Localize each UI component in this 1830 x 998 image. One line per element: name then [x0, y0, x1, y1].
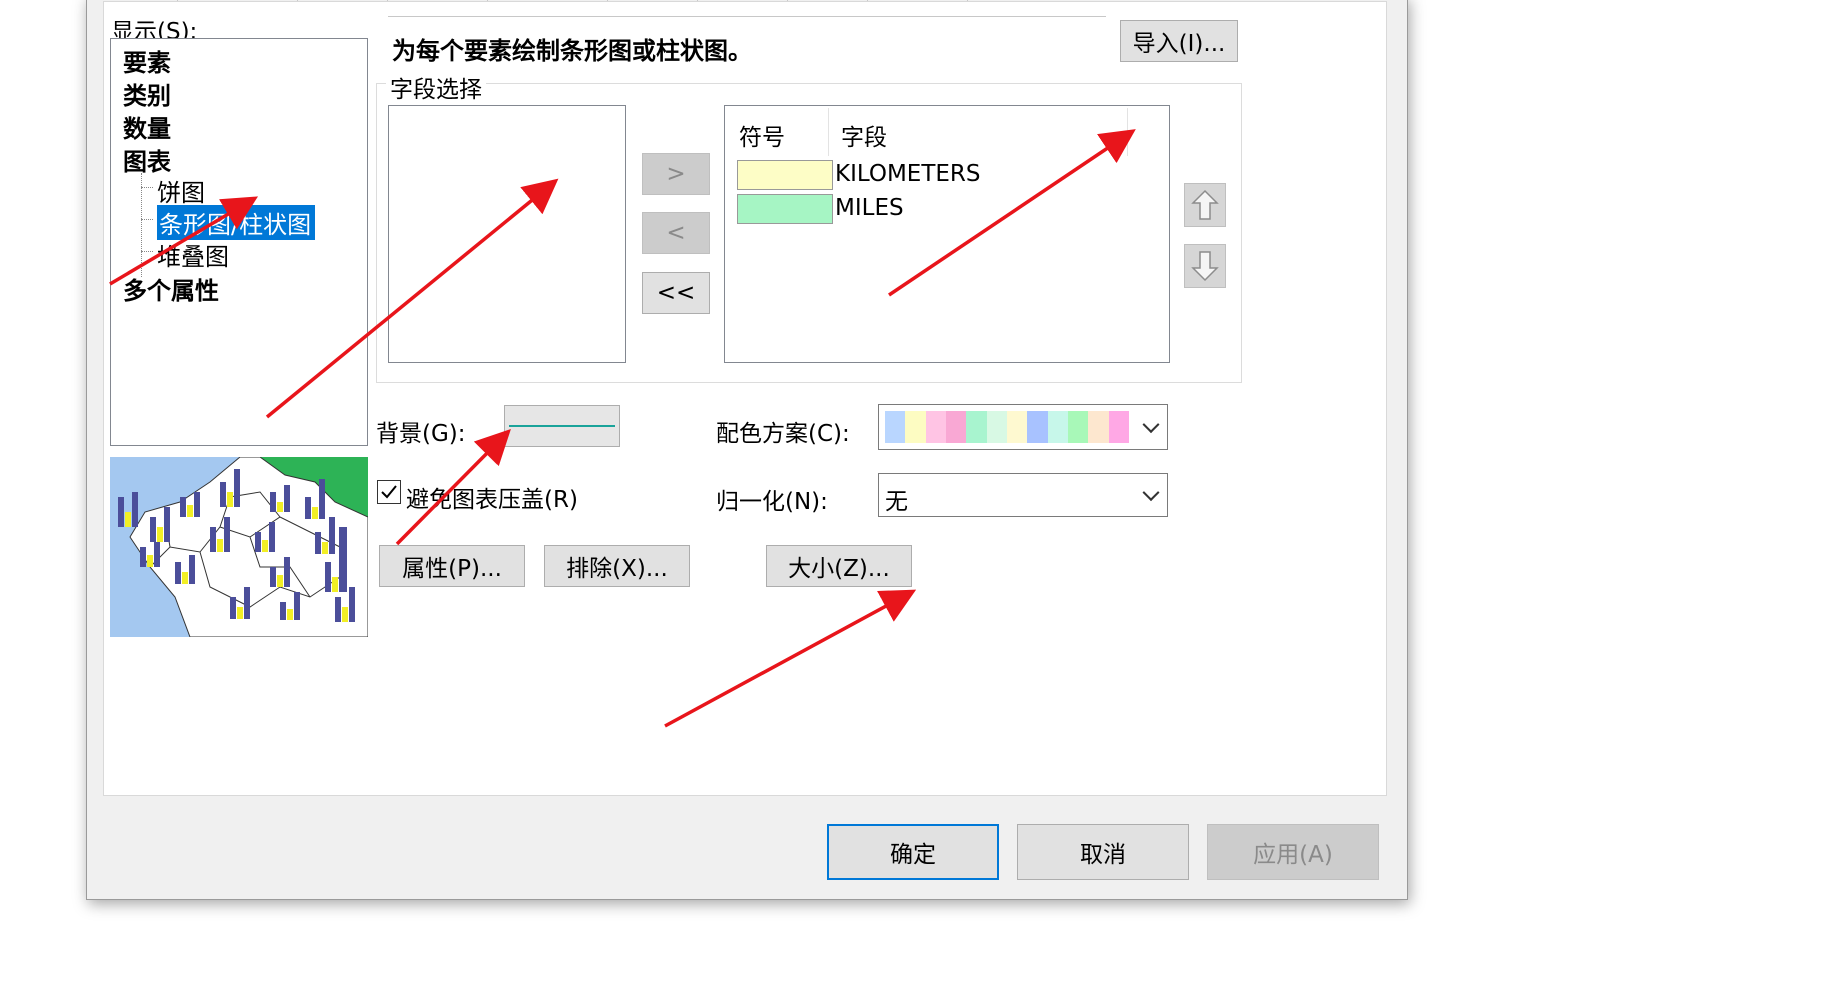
- field-name[interactable]: MILES: [835, 195, 904, 221]
- tree-item-multiple-attributes[interactable]: 多个属性: [123, 271, 219, 306]
- tree-item-pie[interactable]: 饼图: [157, 173, 205, 208]
- tree-item-features[interactable]: 要素: [123, 43, 171, 78]
- import-button[interactable]: 导入(I)...: [1120, 20, 1238, 62]
- color-scheme-label: 配色方案(C):: [716, 421, 850, 447]
- color-scheme-select[interactable]: [878, 404, 1168, 450]
- tree-item-stacked[interactable]: 堆叠图: [157, 237, 229, 272]
- chevron-down-icon[interactable]: [1142, 416, 1160, 434]
- color-ramp-swatch: [966, 411, 987, 443]
- normalize-select[interactable]: 无: [878, 473, 1168, 517]
- color-ramp-swatch: [885, 411, 906, 443]
- preview-map: [110, 457, 368, 637]
- color-ramp-swatch: [1047, 411, 1068, 443]
- renderer-tree[interactable]: 要素 类别 数量 图表 饼图 条形图/柱状图 堆叠图 多个属性: [110, 38, 368, 446]
- tree-connector: [141, 187, 153, 188]
- arrow-down-icon: [1191, 251, 1219, 282]
- tree-item-charts[interactable]: 图表: [123, 142, 171, 177]
- column-header-field[interactable]: 字段: [841, 118, 887, 152]
- apply-button[interactable]: 应用(A): [1207, 824, 1379, 880]
- avoid-overlap-label[interactable]: 避免图表压盖(R): [406, 480, 578, 514]
- color-ramp-swatch: [986, 411, 1007, 443]
- tree-item-quantities[interactable]: 数量: [123, 109, 171, 144]
- avoid-overlap-checkbox[interactable]: [377, 480, 401, 504]
- column-header-symbol[interactable]: 符号: [739, 118, 785, 152]
- color-ramp-swatch: [1006, 411, 1028, 443]
- color-ramp-swatch: [1067, 411, 1089, 443]
- column-divider: [828, 108, 829, 156]
- field-selection-title: 字段选择: [386, 70, 486, 104]
- size-button[interactable]: 大小(Z)...: [766, 545, 912, 587]
- move-right-button[interactable]: >: [642, 153, 710, 195]
- color-ramp-swatch: [1088, 411, 1109, 443]
- ok-button[interactable]: 确定: [827, 824, 999, 880]
- exclude-button[interactable]: 排除(X)...: [544, 545, 690, 587]
- background-line-preview: [509, 425, 615, 427]
- color-ramp-swatch: [925, 411, 946, 443]
- arrow-up-icon: [1191, 189, 1219, 220]
- color-ramp-swatch: [1027, 411, 1048, 443]
- normalize-label: 归一化(N):: [716, 489, 828, 515]
- description-text: 为每个要素绘制条形图或柱状图。: [392, 37, 752, 65]
- tree-connector: [141, 219, 153, 220]
- tree-item-categories[interactable]: 类别: [123, 76, 171, 111]
- field-symbol-swatch[interactable]: [737, 160, 833, 190]
- background-label: 背景(G):: [376, 421, 466, 447]
- description-box: 为每个要素绘制条形图或柱状图。: [388, 16, 1106, 65]
- color-ramp-swatch: [945, 411, 967, 443]
- normalize-value: 无: [885, 489, 908, 515]
- map-preview-image: [110, 457, 368, 637]
- available-fields-list[interactable]: [388, 105, 626, 363]
- field-name[interactable]: KILOMETERS: [835, 161, 981, 187]
- symbology-dialog: 显示(S): 要素 类别 数量 图表 饼图 条形图/柱状图 堆叠图 多个属性 为…: [86, 0, 1408, 900]
- color-ramp-swatch: [905, 411, 926, 443]
- column-divider: [1127, 108, 1128, 156]
- tree-connector: [141, 251, 153, 252]
- selected-fields-list[interactable]: 符号 字段 KILOMETERS MILES: [724, 105, 1170, 363]
- move-left-button[interactable]: <: [642, 212, 710, 254]
- field-symbol-swatch[interactable]: [737, 194, 833, 224]
- symbology-panel: 显示(S): 要素 类别 数量 图表 饼图 条形图/柱状图 堆叠图 多个属性 为…: [103, 1, 1387, 796]
- properties-button[interactable]: 属性(P)...: [379, 545, 525, 587]
- tree-item-bar-column[interactable]: 条形图/柱状图: [157, 205, 316, 240]
- background-symbol-button[interactable]: [504, 405, 620, 447]
- checkmark-icon: [381, 485, 397, 499]
- tree-connector: [141, 173, 142, 277]
- chevron-down-icon[interactable]: [1142, 484, 1160, 502]
- move-all-left-button[interactable]: <<: [642, 272, 710, 314]
- color-ramp-preview: [885, 411, 1129, 443]
- move-up-button[interactable]: [1184, 183, 1226, 227]
- move-down-button[interactable]: [1184, 244, 1226, 288]
- cancel-button[interactable]: 取消: [1017, 824, 1189, 880]
- color-ramp-swatch: [1108, 411, 1129, 443]
